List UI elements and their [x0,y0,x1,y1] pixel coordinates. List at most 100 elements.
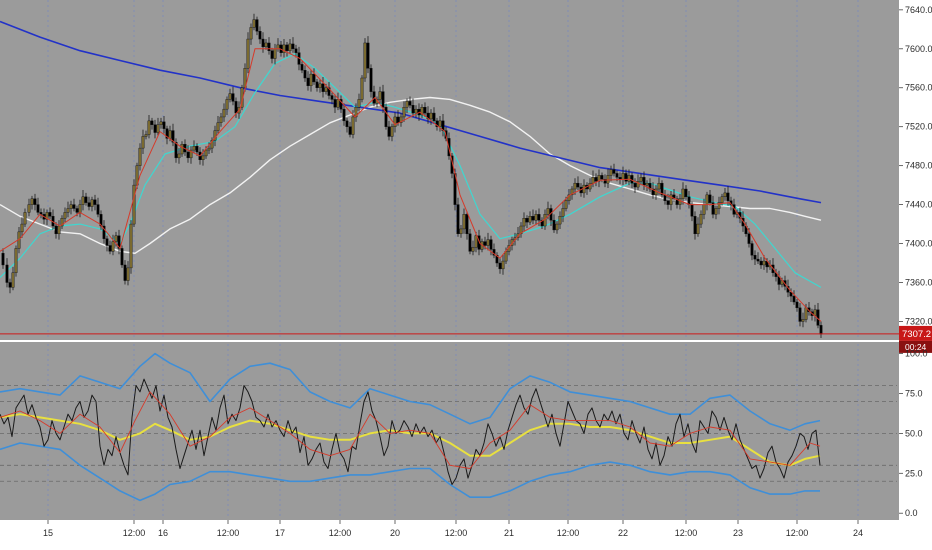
candle-body [294,48,298,53]
candle-body [345,120,349,127]
candle-body [633,182,637,188]
candle-body [336,99,340,108]
candle-body [747,233,751,244]
candle-body [90,199,94,207]
candle-body [174,142,178,159]
candle-body [714,208,718,215]
candle-body [300,64,304,71]
candle-body [273,48,277,59]
candle-body [129,223,133,269]
candle-body [396,116,400,123]
candle-body [522,218,526,227]
candle-body [258,31,262,40]
candle-body [609,169,613,176]
candle-body [246,38,250,69]
candle-body [369,68,373,92]
candle-body [720,196,724,203]
candle-body [606,175,610,184]
time-tick-label: 12:00 [675,528,698,538]
time-tick-label: 16 [158,528,168,538]
candle-body [249,27,253,40]
candle-body [264,42,268,48]
candle-body [642,177,646,186]
chart-canvas[interactable]: 7640.0 7600.0 7560.0 7520.0 7480.0 7440.0 7400… [0,0,932,550]
candle-body [228,93,232,100]
candle-body [387,126,391,137]
candle-body [690,204,694,217]
candle-body [75,208,79,213]
candle-body [288,43,292,51]
candle-body [78,204,82,213]
candle-body [1,253,5,266]
price-chart-svg[interactable]: 7640.0 7600.0 7560.0 7520.0 7480.0 7440.0 7400… [0,0,932,550]
price-tick-label: 7360.0 [905,277,932,287]
candle-body [684,188,688,198]
candle-body [324,87,328,92]
candle-body [804,307,808,320]
time-tick-label: 17 [275,528,285,538]
candle-body [87,202,91,207]
candle-body [126,267,130,281]
candle-body [489,239,493,250]
candle-body [546,208,550,215]
candle-body [483,241,487,246]
candle-body [612,169,616,174]
candle-body [132,184,136,225]
candle-body [69,204,73,209]
candle-body [423,107,427,114]
candle-body [795,301,799,309]
candle-body [408,101,412,106]
candle-body [93,199,97,205]
candle-body [156,124,160,133]
candle-body [801,319,805,322]
candle-body [456,204,460,235]
candle-body [23,212,27,225]
candle-body [186,151,190,159]
candle-body [681,188,685,199]
candle-body [465,214,469,235]
candle-body [5,264,9,283]
candle-body [726,192,730,201]
candle-body [291,43,295,49]
candle-body [207,147,211,151]
candle-body [342,108,346,122]
candle-body [8,282,12,288]
candle-body [474,235,478,248]
candle-body [261,38,265,48]
price-tick-label: 7400.0 [905,239,932,249]
candle-body [504,251,508,262]
candle-body [306,77,310,86]
candle-body [669,194,673,205]
candle-body [708,194,712,203]
candle-body [108,245,112,252]
candle-body [225,99,229,110]
candle-body [63,212,67,219]
candle-body [330,95,334,100]
candle-body [621,173,625,180]
candle-body [534,214,538,221]
candle-body [486,239,490,246]
last-price-label: 7307.2 [902,329,931,340]
candle-body [270,50,274,59]
candle-body [723,192,727,198]
candle-body [378,91,382,100]
candle-body [414,108,418,114]
candle-body [564,200,568,209]
candle-body [168,130,172,139]
candle-body [357,99,361,108]
osc-tick-label: 25.0 [905,468,923,478]
osc-tick-label: 50.0 [905,428,923,438]
time-tick-label: 20 [390,528,400,538]
time-tick-label: 21 [504,528,514,538]
candle-body [318,83,322,88]
candle-body [528,216,532,223]
candle-body [252,19,256,28]
candle-body [645,182,649,186]
candle-body [411,105,415,114]
candle-body [393,116,397,127]
candle-body [537,214,541,221]
candle-body [219,116,223,123]
price-tick-label: 7560.0 [905,83,932,93]
candle-body [762,260,766,266]
candle-body [639,177,643,182]
